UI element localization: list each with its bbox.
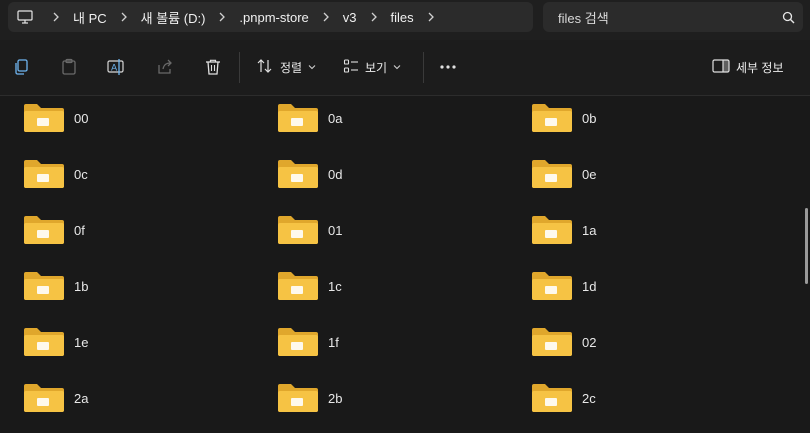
breadcrumb-item-v3[interactable]: v3 (340, 10, 360, 25)
folder-item[interactable]: 0e (530, 154, 770, 194)
details-pane-label: 세부 정보 (736, 60, 784, 75)
breadcrumb-item-pnpm-store[interactable]: .pnpm-store (236, 10, 311, 25)
command-bar: A 정렬 보기 세부 정보 (0, 40, 810, 96)
share-icon[interactable] (156, 54, 174, 80)
folder-item[interactable]: 00 (22, 98, 262, 138)
view-label: 보기 (365, 60, 388, 75)
folder-icon (22, 325, 66, 359)
folder-item[interactable]: 01 (276, 210, 516, 250)
folder-name: 1a (582, 222, 597, 238)
folder-name: 1c (328, 278, 342, 294)
chevron-right-icon[interactable] (417, 12, 445, 22)
folder-icon (22, 381, 66, 415)
folder-name: 1e (74, 334, 89, 350)
folder-name: 02 (582, 334, 597, 350)
folder-icon (530, 101, 574, 135)
folder-name: 0e (582, 166, 597, 182)
folder-icon (22, 101, 66, 135)
folder-name: 2b (328, 390, 343, 406)
delete-icon[interactable] (204, 54, 222, 80)
rename-icon[interactable]: A (106, 54, 126, 80)
chevron-down-icon (393, 64, 401, 70)
svg-text:A: A (111, 64, 118, 74)
breadcrumb-item-files[interactable]: files (388, 10, 417, 25)
sort-icon (256, 58, 274, 77)
folder-icon (22, 269, 66, 303)
details-pane-button[interactable]: 세부 정보 (712, 54, 784, 80)
folder-item[interactable]: 0b (530, 98, 770, 138)
file-list: 00 0a 0b 0c 0d 0e 0f 01 1a 1b 1c 1d 1e 1f 02 2a 2b 2c (0, 96, 810, 433)
folder-name: 0c (74, 166, 88, 182)
folder-name: 0d (328, 166, 343, 182)
copy-icon[interactable] (12, 54, 30, 80)
folder-item[interactable]: 02 (530, 322, 770, 362)
folder-icon (276, 325, 320, 359)
more-options-icon[interactable] (439, 54, 457, 80)
folder-name: 1d (582, 278, 597, 294)
folder-icon (276, 269, 320, 303)
details-pane-icon (712, 58, 730, 76)
chevron-right-icon[interactable] (360, 12, 388, 22)
folder-item[interactable]: 1f (276, 322, 516, 362)
folder-item[interactable]: 1d (530, 266, 770, 306)
view-list-icon (343, 58, 359, 77)
folder-name: 2c (582, 390, 596, 406)
chevron-down-icon (308, 64, 316, 70)
folder-name: 01 (328, 222, 343, 238)
folder-item[interactable]: 0d (276, 154, 516, 194)
folder-item[interactable]: 1c (276, 266, 516, 306)
folder-item[interactable]: 2b (276, 378, 516, 418)
breadcrumb-item-drive[interactable]: 새 볼륨 (D:) (138, 8, 209, 27)
folder-icon (530, 269, 574, 303)
folder-name: 0b (582, 110, 597, 126)
search-icon[interactable] (773, 11, 803, 24)
chevron-right-icon[interactable] (42, 12, 70, 22)
folder-icon (276, 101, 320, 135)
folder-icon (276, 381, 320, 415)
folder-icon (276, 213, 320, 247)
folder-item[interactable]: 2c (530, 378, 770, 418)
chevron-right-icon[interactable] (110, 12, 138, 22)
folder-name: 1f (328, 334, 339, 350)
folder-item[interactable]: 0c (22, 154, 262, 194)
folder-icon (530, 325, 574, 359)
view-button[interactable]: 보기 (343, 54, 401, 80)
chevron-right-icon[interactable] (208, 12, 236, 22)
breadcrumb-item-pc[interactable]: 내 PC (70, 8, 110, 27)
folder-name: 0a (328, 110, 343, 126)
folder-icon (530, 157, 574, 191)
folder-name: 1b (74, 278, 89, 294)
breadcrumb[interactable]: 내 PC 새 볼륨 (D:) .pnpm-store v3 files (8, 2, 533, 32)
folder-icon (276, 157, 320, 191)
folder-item[interactable]: 2a (22, 378, 262, 418)
folder-icon (530, 381, 574, 415)
computer-icon[interactable] (8, 10, 42, 24)
folder-item[interactable]: 0f (22, 210, 262, 250)
folder-item[interactable]: 1e (22, 322, 262, 362)
folder-item[interactable]: 0a (276, 98, 516, 138)
folder-icon (530, 213, 574, 247)
folder-icon (22, 157, 66, 191)
paste-icon[interactable] (60, 54, 78, 80)
toolbar-divider (239, 52, 240, 83)
folder-name: 00 (74, 110, 89, 126)
folder-icon (22, 213, 66, 247)
search-input[interactable]: files 검색 (558, 8, 773, 27)
chevron-right-icon[interactable] (312, 12, 340, 22)
folder-name: 0f (74, 222, 85, 238)
sort-label: 정렬 (280, 60, 303, 75)
sort-button[interactable]: 정렬 (256, 54, 316, 80)
address-bar: 내 PC 새 볼륨 (D:) .pnpm-store v3 files file… (0, 0, 810, 40)
folder-name: 2a (74, 390, 89, 406)
scrollbar-thumb[interactable] (805, 208, 808, 284)
toolbar-divider (423, 52, 424, 83)
folder-item[interactable]: 1b (22, 266, 262, 306)
search-box[interactable]: files 검색 (543, 2, 803, 32)
folder-item[interactable]: 1a (530, 210, 770, 250)
